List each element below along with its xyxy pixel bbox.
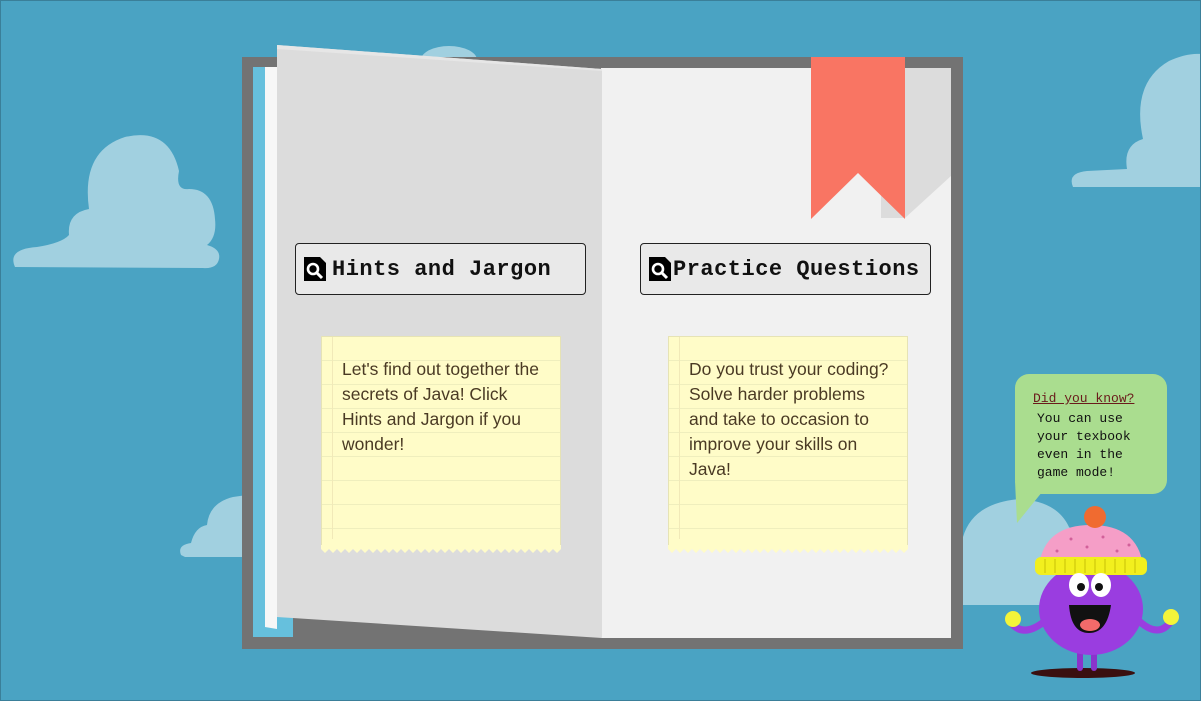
left-page bbox=[265, 45, 602, 638]
did-you-know-link[interactable]: Did you know? bbox=[1033, 391, 1134, 406]
note-torn-edge bbox=[668, 545, 908, 553]
did-you-know-text: You can use your texbook even in the gam… bbox=[1037, 411, 1131, 480]
search-icon bbox=[304, 257, 326, 281]
left-sticky-note: Let's find out together the secrets of J… bbox=[321, 336, 561, 553]
did-you-know-bubble: Did you know? You can use your texbook e… bbox=[1015, 374, 1167, 494]
search-icon bbox=[649, 257, 671, 281]
practice-questions-button[interactable]: Practice Questions bbox=[640, 243, 931, 295]
hints-and-jargon-button[interactable]: Hints and Jargon bbox=[295, 243, 586, 295]
practice-questions-label: Practice Questions bbox=[673, 256, 920, 282]
cloud-right-top bbox=[1071, 53, 1200, 187]
note-torn-edge bbox=[321, 545, 561, 553]
game-background: Hints and Jargon Practice Questions Let'… bbox=[0, 0, 1201, 701]
bookmark-ribbon bbox=[811, 57, 905, 219]
hints-and-jargon-label: Hints and Jargon bbox=[332, 256, 552, 282]
right-sticky-note: Do you trust your coding? Solve harder p… bbox=[668, 336, 908, 553]
right-note-text: Do you trust your coding? Solve harder p… bbox=[689, 359, 889, 479]
left-note-text: Let's find out together the secrets of J… bbox=[342, 359, 539, 454]
mascot-character[interactable] bbox=[1001, 501, 1186, 686]
